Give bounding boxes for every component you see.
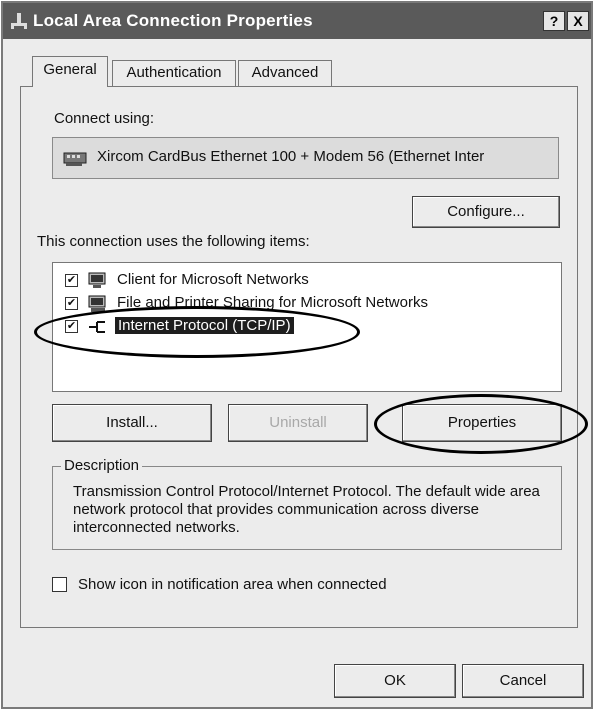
- title-bar[interactable]: Local Area Connection Properties ? X: [3, 3, 591, 39]
- connect-using-label: Connect using:: [54, 110, 155, 127]
- adapter-name: Xircom CardBus Ethernet 100 + Modem 56 (…: [97, 148, 485, 165]
- window-title: Local Area Connection Properties: [33, 11, 313, 30]
- item-checkbox[interactable]: ✔: [65, 297, 78, 310]
- notification-checkbox[interactable]: [52, 577, 67, 592]
- network-connection-icon: [11, 13, 27, 29]
- item-label-selected: Internet Protocol (TCP/IP): [115, 317, 294, 334]
- item-checkbox[interactable]: ✔: [65, 320, 78, 333]
- network-client-icon: [88, 272, 106, 288]
- protocol-icon: [89, 321, 105, 333]
- items-label: This connection uses the following items…: [37, 233, 310, 250]
- item-checkbox[interactable]: ✔: [65, 274, 78, 287]
- notification-label: Show icon in notification area when conn…: [78, 576, 387, 593]
- tab-authentication[interactable]: Authentication: [112, 60, 236, 86]
- description-title: Description: [61, 457, 143, 474]
- components-list[interactable]: ✔ Client for Microsoft Networks ✔ File a…: [52, 262, 562, 392]
- file-printer-sharing-icon: [88, 295, 106, 312]
- tab-advanced[interactable]: Advanced: [238, 60, 332, 86]
- install-button[interactable]: Install...: [52, 404, 212, 442]
- tab-general[interactable]: General: [32, 56, 108, 87]
- description-group: Description Transmission Control Protoco…: [52, 457, 562, 550]
- uninstall-button: Uninstall: [228, 404, 368, 442]
- properties-button[interactable]: Properties: [402, 404, 562, 442]
- item-label: Client for Microsoft Networks: [117, 271, 309, 288]
- configure-button[interactable]: Configure...: [412, 196, 560, 228]
- close-button[interactable]: X: [567, 11, 589, 31]
- item-label: File and Printer Sharing for Microsoft N…: [117, 294, 428, 311]
- description-text: Transmission Control Protocol/Internet P…: [73, 483, 540, 536]
- network-adapter-icon: [63, 152, 87, 166]
- ok-button[interactable]: OK: [334, 664, 456, 698]
- cancel-button[interactable]: Cancel: [462, 664, 584, 698]
- adapter-field: Xircom CardBus Ethernet 100 + Modem 56 (…: [52, 137, 559, 179]
- help-button[interactable]: ?: [543, 11, 565, 31]
